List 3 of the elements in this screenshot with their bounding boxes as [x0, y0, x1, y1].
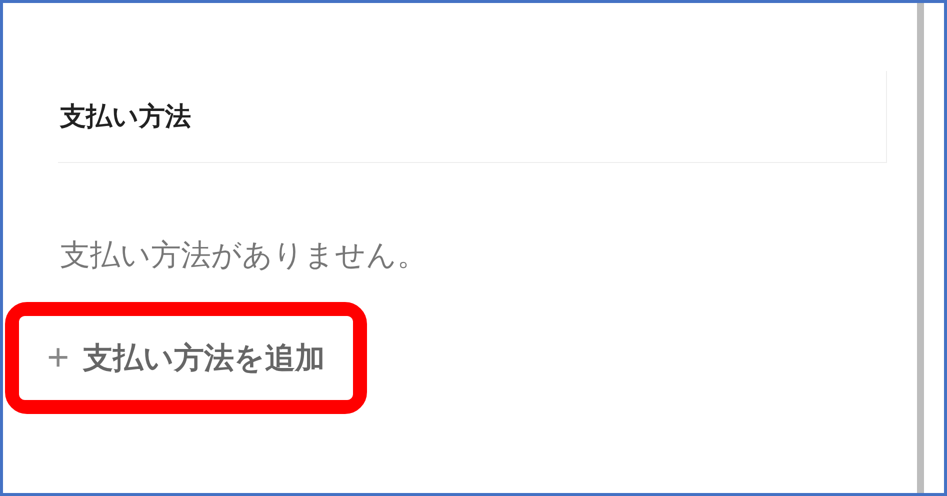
empty-message: 支払い方法がありません。 — [60, 238, 427, 274]
card-title: 支払い方法 — [58, 100, 191, 133]
add-payment-method-button[interactable]: + 支払い方法を追加 — [19, 316, 354, 400]
